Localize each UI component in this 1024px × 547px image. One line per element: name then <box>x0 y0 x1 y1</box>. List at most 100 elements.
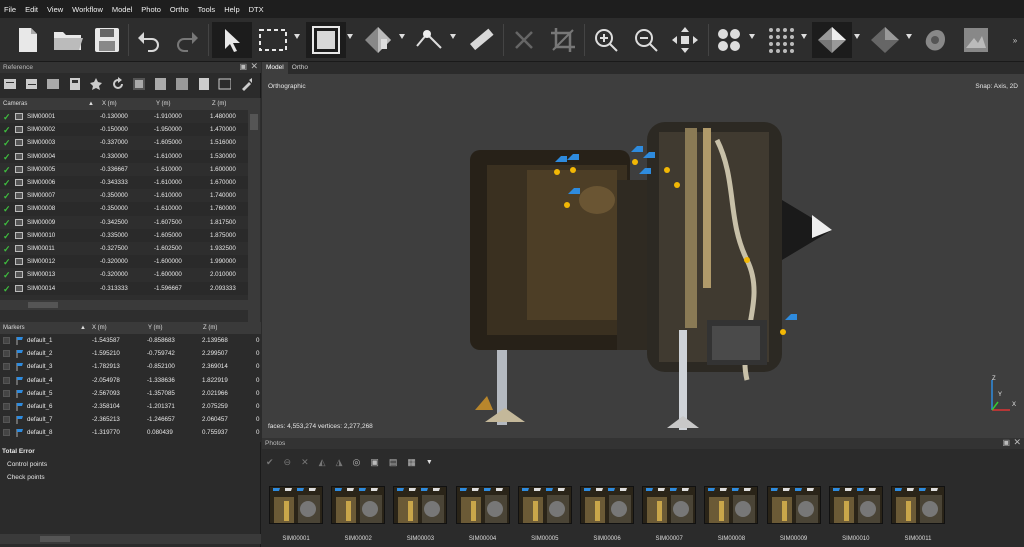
overlay-icon[interactable]: ▤ <box>389 457 398 468</box>
table-row[interactable]: default_7 -2.365213 -1.246657 2.060457 0 <box>0 413 261 426</box>
rotate-right-icon[interactable]: ◮ <box>336 457 343 468</box>
new-document-icon[interactable] <box>14 22 42 58</box>
import-icon[interactable] <box>3 77 16 91</box>
checkbox-unchecked-icon[interactable] <box>3 337 10 344</box>
navigation-pointer-icon[interactable] <box>212 22 252 58</box>
photo-thumbnail[interactable] <box>269 486 323 524</box>
redo-icon[interactable] <box>172 22 202 58</box>
checkbox-checked-icon[interactable]: ✓ <box>3 192 11 201</box>
table-row[interactable]: ✓ SIM00004 -0.330000 -1.610000 1.530000 <box>0 149 248 163</box>
window-icon[interactable] <box>218 77 231 91</box>
zoom-in-icon[interactable] <box>590 22 622 58</box>
enable-icon[interactable]: ✔ <box>266 457 274 468</box>
view-source-icon[interactable] <box>132 77 145 91</box>
menu-view[interactable]: View <box>47 5 63 14</box>
tiled-model-icon[interactable] <box>918 22 952 58</box>
table-row[interactable]: ✓ SIM00005 -0.336667 -1.610000 1.600000 <box>0 163 248 176</box>
table-row[interactable]: ✓ SIM00010 -0.335000 -1.605000 1.875000 <box>0 228 248 242</box>
checkbox-unchecked-icon[interactable] <box>3 376 10 384</box>
zoom-out-icon[interactable] <box>630 22 662 58</box>
draw-polyline-icon[interactable] <box>410 22 448 58</box>
table-row[interactable]: default_3 -1.782913 -0.852100 2.369014 0 <box>0 360 261 373</box>
grid-view-icon[interactable]: ▦ <box>407 457 416 468</box>
disable-icon[interactable]: ⊖ <box>284 457 292 468</box>
col-z[interactable]: Z (m) <box>212 101 226 107</box>
checkbox-unchecked-icon[interactable] <box>3 403 10 410</box>
model-shaded-icon[interactable] <box>812 22 852 58</box>
checkbox-unchecked-icon[interactable] <box>3 389 10 397</box>
reference-hscrollbar[interactable] <box>0 534 261 544</box>
col-markers[interactable]: Markers <box>3 325 25 331</box>
ruler-icon[interactable] <box>464 22 498 58</box>
photo-thumbnail[interactable] <box>766 486 821 524</box>
dem-icon[interactable] <box>958 22 994 58</box>
checkbox-checked-icon[interactable]: ✓ <box>3 152 11 161</box>
view-estimated-icon[interactable] <box>154 77 167 91</box>
update-icon[interactable] <box>111 77 124 91</box>
sort-ascending-icon[interactable]: ▲ <box>88 101 94 107</box>
remove-icon[interactable]: ✕ <box>301 457 309 468</box>
save-icon[interactable] <box>92 22 122 58</box>
menu-ortho[interactable]: Ortho <box>170 5 189 14</box>
col-x[interactable]: X (m) <box>102 101 117 107</box>
col-cameras[interactable]: Cameras <box>3 101 27 107</box>
sort-ascending-icon[interactable]: ▲ <box>80 325 86 331</box>
tab-ortho[interactable]: Ortho <box>288 62 312 74</box>
checkbox-checked-icon[interactable]: ✓ <box>3 231 11 240</box>
close-icon[interactable]: ✕ <box>1013 437 1021 448</box>
checkbox-checked-icon[interactable]: ✓ <box>3 113 11 122</box>
rectangle-selection-icon[interactable] <box>256 22 290 58</box>
undock-icon[interactable]: ▣ <box>1002 438 1010 447</box>
menu-edit[interactable]: Edit <box>25 5 38 14</box>
view-errors-icon[interactable] <box>175 77 188 91</box>
checkbox-checked-icon[interactable]: ✓ <box>3 284 11 293</box>
crop-icon[interactable] <box>546 22 580 58</box>
table-row[interactable]: default_5 -2.567093 -1.357085 2.021966 0 <box>0 387 261 400</box>
photo-thumbnail[interactable] <box>891 486 945 524</box>
table-row[interactable]: default_8 -1.319770 0.080439 0.755937 0 <box>0 426 261 439</box>
table-row[interactable]: ✓ SIM00012 -0.320000 -1.600000 1.990000 <box>0 255 248 269</box>
engine-3d-model[interactable] <box>467 110 867 440</box>
cameras-scrollbar[interactable] <box>248 98 260 350</box>
photo-thumbnail[interactable] <box>828 486 883 524</box>
menu-file[interactable]: File <box>4 5 16 14</box>
point-cloud-icon[interactable] <box>764 22 798 58</box>
control-points-row[interactable]: Control points <box>7 461 47 468</box>
table-row[interactable]: default_6 -2.358104 -1.201371 2.075259 0 <box>0 400 261 413</box>
table-row[interactable]: ✓ SIM00011 -0.327500 -1.602500 1.932500 <box>0 242 248 255</box>
table-row[interactable]: default_2 -1.595210 -0.759742 2.299507 0 <box>0 347 261 360</box>
table-row[interactable]: ✓ SIM00009 -0.342500 -1.607500 1.817500 <box>0 216 248 229</box>
table-row[interactable]: ✓ SIM00006 -0.343333 -1.610000 1.670000 <box>0 176 248 190</box>
delete-icon[interactable] <box>508 22 540 58</box>
table-row[interactable]: ✓ SIM00007 -0.350000 -1.610000 1.740000 <box>0 189 248 202</box>
resize-region-icon[interactable] <box>306 22 346 58</box>
convert-icon[interactable] <box>46 77 59 91</box>
export-icon[interactable] <box>25 77 38 91</box>
cameras-hscrollbar[interactable] <box>0 300 248 310</box>
photo-thumbnail[interactable] <box>517 486 572 524</box>
toolbar-overflow-icon[interactable]: » <box>1008 22 1022 58</box>
tools-icon[interactable] <box>240 77 253 91</box>
photo-thumbnail[interactable] <box>642 486 697 524</box>
view-dropdown-icon[interactable]: ▼ <box>426 459 433 466</box>
rotate-left-icon[interactable]: ◭ <box>319 457 326 468</box>
tab-model[interactable]: Model <box>262 62 288 74</box>
close-icon[interactable]: ✕ <box>250 61 258 72</box>
checkbox-checked-icon[interactable]: ✓ <box>3 139 11 148</box>
col-z[interactable]: Z (m) <box>203 325 217 331</box>
menu-tools[interactable]: Tools <box>198 5 216 14</box>
photo-thumbnail[interactable] <box>455 486 510 524</box>
photo-thumbnail[interactable] <box>580 486 634 524</box>
checkbox-checked-icon[interactable]: ✓ <box>3 245 11 254</box>
photo-thumbnail[interactable] <box>704 486 759 524</box>
reference-settings-icon[interactable] <box>197 77 210 91</box>
col-y[interactable]: Y (m) <box>148 325 163 331</box>
menu-model[interactable]: Model <box>112 5 132 14</box>
photo-thumbnail[interactable] <box>393 486 448 524</box>
move-object-icon[interactable] <box>358 22 398 58</box>
menu-dtx[interactable]: DTX <box>249 5 264 14</box>
open-folder-icon[interactable] <box>52 22 84 58</box>
binoculars-icon[interactable]: ◎ <box>352 457 360 468</box>
table-row[interactable]: default_4 -2.054978 -1.338636 1.822919 0 <box>0 374 261 387</box>
reset-view-icon[interactable] <box>668 22 702 58</box>
